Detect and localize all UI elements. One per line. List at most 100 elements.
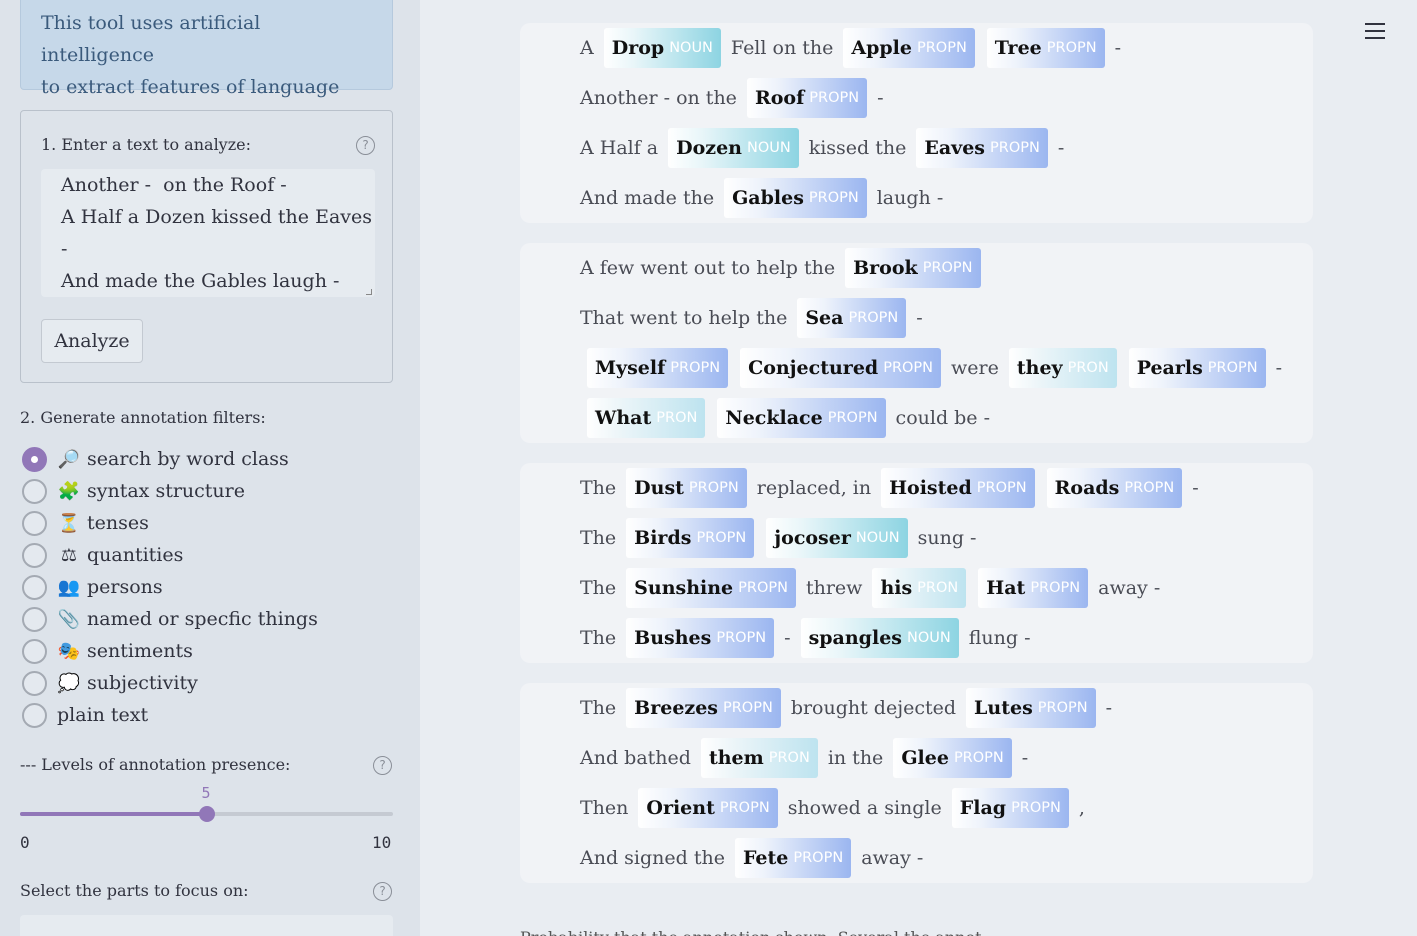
pos-tag: PROPN [793, 850, 844, 866]
token-word: Roads [1054, 477, 1120, 499]
pos-tag: PROPN [809, 90, 860, 106]
annotated-token: Pearls PROPN [1128, 348, 1266, 388]
filters-label: 2. Generate annotation filters: [20, 408, 266, 427]
pos-tag: PROPN [976, 480, 1027, 496]
annotated-token: Drop NOUN [603, 28, 721, 68]
token-word: Pearls [1136, 357, 1203, 379]
plain-text: The [580, 627, 617, 649]
plain-text: The [580, 577, 617, 599]
plain-text: And signed the [580, 847, 725, 869]
slider-thumb[interactable] [198, 806, 215, 822]
hourglass-icon: ⏳ [57, 512, 81, 534]
radio-button[interactable] [22, 606, 47, 632]
plain-text: A few went out to help the [580, 257, 836, 279]
annotated-token: they PRON [1008, 348, 1117, 388]
token-word: them [708, 747, 764, 769]
poem-line: Another - on the Roof PROPN - [520, 73, 1313, 123]
plain-text: - [916, 307, 923, 329]
plain-text: Then [580, 797, 629, 819]
token-word: Bushes [634, 627, 712, 649]
plain-text: - [1021, 747, 1029, 769]
text-input[interactable]: Another - on the Roof - A Half a Dozen k… [41, 169, 375, 297]
help-icon[interactable]: ? [373, 882, 392, 901]
plain-text: - [877, 87, 884, 109]
pos-tag: PROPN [1207, 360, 1258, 376]
annotation-filter-radio-group: 🔎 search by word class 🧩 syntax structure ⏳ t… [22, 443, 402, 731]
levels-slider[interactable] [20, 806, 393, 822]
pos-tag: PROPN [722, 700, 773, 716]
annotated-token: Hoisted PROPN [881, 468, 1035, 508]
radio-button[interactable] [22, 446, 47, 472]
radio-button[interactable] [22, 510, 47, 536]
pos-tag: PROPN [688, 480, 739, 496]
annotated-token: jocoser NOUN [766, 518, 908, 558]
annotated-token: Birds PROPN [626, 518, 755, 558]
filter-option-label: plain text [57, 704, 149, 726]
filter-option-named-or-specfic-things[interactable]: 📎 named or specfic things [22, 603, 402, 635]
token-word: Gables [732, 187, 804, 209]
filter-option-quantities[interactable]: ⚖ quantities [22, 539, 402, 571]
filter-option-plain-text[interactable]: plain text [22, 699, 402, 731]
radio-button[interactable] [22, 670, 47, 696]
pos-tag: PROPN [719, 800, 770, 816]
poem-line: The Birds PROPN jocoser NOUN sung - [520, 513, 1313, 563]
resize-handle-icon[interactable] [366, 289, 372, 295]
plain-text: - [1275, 357, 1283, 379]
info-text-line-1: This tool uses artificial intelligence [41, 12, 261, 66]
token-word: Glee [901, 747, 949, 769]
radio-button[interactable] [22, 702, 47, 728]
filter-option-sentiments[interactable]: 🎭 sentiments [22, 635, 402, 667]
token-word: they [1016, 357, 1063, 379]
radio-button[interactable] [22, 542, 47, 568]
token-word: Tree [994, 37, 1042, 59]
token-word: Flag [959, 797, 1007, 819]
analyze-button[interactable]: Analyze [41, 319, 143, 363]
token-word: Fete [742, 847, 789, 869]
stanza: A few went out to help the Brook PROPN That… [520, 243, 1313, 443]
help-icon[interactable]: ? [356, 136, 375, 155]
plain-text: That went to help the [580, 307, 788, 329]
poem-line: And made the Gables PROPN laugh - [520, 173, 1313, 223]
pos-tag: NOUN [746, 140, 791, 156]
annotated-token: Apple PROPN [843, 28, 975, 68]
plain-text: showed a single [787, 797, 942, 819]
help-icon[interactable]: ? [373, 756, 392, 775]
annotated-token: Roads PROPN [1046, 468, 1183, 508]
token-word: Brook [853, 257, 918, 279]
plain-text: brought dejected [790, 697, 957, 719]
people-icon: 👥 [57, 576, 81, 598]
plain-text: A [580, 37, 594, 59]
filter-option-persons[interactable]: 👥 persons [22, 571, 402, 603]
scales-icon: ⚖ [60, 544, 78, 566]
hamburger-menu-icon[interactable] [1365, 23, 1385, 43]
plain-text: The [580, 477, 617, 499]
filter-option-syntax-structure[interactable]: 🧩 syntax structure [22, 475, 402, 507]
radio-button[interactable] [22, 478, 47, 504]
radio-button[interactable] [22, 574, 47, 600]
text-input-label: 1. Enter a text to analyze: [41, 135, 252, 154]
token-word: Breezes [634, 697, 718, 719]
pos-tag: PROPN [848, 310, 899, 326]
filter-option-label: persons [87, 576, 163, 598]
stanza: The Breezes PROPN brought dejected Lutes PROP… [520, 683, 1313, 883]
plain-text: - [1057, 137, 1065, 159]
filter-option-subjectivity[interactable]: 💭 subjectivity [22, 667, 402, 699]
plain-text: replaced, in [756, 477, 872, 499]
filter-option-label: search by word class [87, 448, 289, 470]
annotated-token: Orient PROPN [638, 788, 778, 828]
token-word: Hoisted [889, 477, 972, 499]
focus-multiselect[interactable] [20, 915, 393, 936]
token-word: What [595, 407, 652, 429]
annotated-token: Sunshine PROPN [626, 568, 796, 608]
radio-button[interactable] [22, 638, 47, 664]
annotated-token: them PRON [700, 738, 818, 778]
pos-tag: PRON [656, 410, 698, 426]
filter-option-search-by-word-class[interactable]: 🔎 search by word class [22, 443, 402, 475]
poem-line: The Bushes PROPN - spangles NOUN flung - [520, 613, 1313, 663]
annotated-token: spangles NOUN [800, 618, 959, 658]
token-word: Conjectured [748, 357, 879, 379]
puzzle-icon: 🧩 [57, 480, 81, 502]
plain-text: flung - [968, 627, 1031, 649]
plain-text: - [784, 627, 791, 649]
filter-option-tenses[interactable]: ⏳ tenses [22, 507, 402, 539]
